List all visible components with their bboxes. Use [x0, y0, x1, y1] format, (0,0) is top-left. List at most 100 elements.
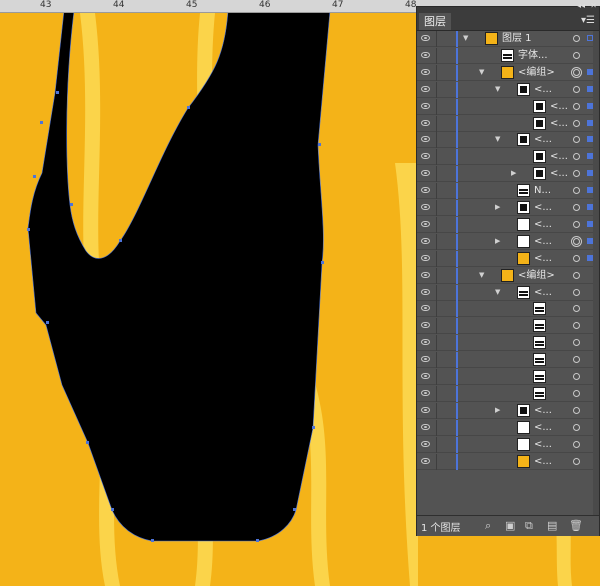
visibility-eye-icon[interactable]	[421, 35, 430, 41]
target-circle-icon[interactable]	[573, 220, 580, 228]
search-icon[interactable]: ⌕	[485, 519, 491, 533]
target-circle-icon[interactable]	[573, 254, 580, 262]
target-circle-icon[interactable]	[573, 119, 580, 127]
make-clip-icon[interactable]: ▣	[505, 519, 515, 532]
lock-toggle[interactable]	[437, 132, 455, 148]
visibility-eye-icon[interactable]	[421, 339, 430, 346]
layer-row[interactable]: ▼ <...	[417, 132, 599, 149]
layer-row[interactable]: 字体...	[417, 47, 599, 64]
layer-name[interactable]: <编组>	[518, 269, 555, 283]
target-circle-icon[interactable]	[573, 322, 580, 330]
target-circle-icon[interactable]	[573, 373, 580, 380]
layer-name[interactable]: <...	[534, 404, 552, 418]
layer-row[interactable]: <...	[417, 216, 599, 233]
target-circle-icon[interactable]	[573, 288, 580, 296]
layer-name[interactable]: <编组>	[518, 66, 555, 80]
visibility-eye-icon[interactable]	[421, 153, 430, 160]
layer-row[interactable]: <...	[417, 115, 599, 132]
lock-toggle[interactable]	[437, 454, 455, 470]
visibility-eye-icon[interactable]	[421, 423, 430, 430]
layer-name[interactable]: <...	[534, 286, 552, 300]
layer-row[interactable]: ▶ <...	[417, 402, 599, 419]
target-circle-icon[interactable]	[573, 339, 580, 347]
target-circle-icon[interactable]	[573, 35, 580, 42]
lock-toggle[interactable]	[437, 31, 455, 47]
target-circle-icon[interactable]	[573, 51, 580, 59]
lock-toggle[interactable]	[437, 420, 455, 436]
lock-toggle[interactable]	[437, 301, 455, 317]
lock-toggle[interactable]	[437, 48, 455, 64]
visibility-eye-icon[interactable]	[421, 237, 430, 244]
visibility-eye-icon[interactable]	[421, 440, 430, 447]
visibility-eye-icon[interactable]	[421, 204, 430, 210]
lock-toggle[interactable]	[437, 116, 455, 132]
layer-row[interactable]: ▼ <编组>	[417, 64, 599, 81]
visibility-eye-icon[interactable]	[421, 322, 430, 329]
layer-name[interactable]: N...	[534, 184, 551, 198]
target-circle-icon[interactable]	[573, 389, 580, 397]
expand-down-icon[interactable]: ▼	[495, 85, 500, 93]
visibility-eye-icon[interactable]	[421, 271, 430, 278]
visibility-eye-icon[interactable]	[421, 136, 430, 143]
tab-layers[interactable]: 图层	[419, 13, 451, 30]
layer-name[interactable]: <...	[550, 100, 568, 114]
double-chevron-icon[interactable]: ◂◂	[577, 1, 585, 10]
lock-toggle[interactable]	[437, 183, 455, 199]
visibility-eye-icon[interactable]	[421, 457, 430, 464]
lock-toggle[interactable]	[437, 285, 455, 301]
layer-row[interactable]: N...	[417, 183, 599, 200]
visibility-eye-icon[interactable]	[421, 170, 430, 177]
layer-name[interactable]: <...	[534, 252, 552, 266]
layer-row[interactable]: ▼ 图层 1	[417, 31, 599, 47]
expand-down-icon[interactable]: ▼	[495, 288, 500, 296]
visibility-eye-icon[interactable]	[421, 220, 430, 227]
lock-toggle[interactable]	[437, 234, 455, 250]
lock-toggle[interactable]	[437, 386, 455, 402]
layer-row[interactable]	[417, 318, 599, 335]
layer-row[interactable]: ▼ <...	[417, 81, 599, 98]
lock-toggle[interactable]	[437, 149, 455, 165]
layer-row[interactable]: ▶ <...	[417, 233, 599, 250]
lock-toggle[interactable]	[437, 352, 455, 368]
layer-row[interactable]: <...	[417, 419, 599, 436]
layer-name[interactable]: <...	[534, 438, 552, 452]
target-circle-icon[interactable]	[573, 85, 580, 93]
visibility-eye-icon[interactable]	[421, 406, 430, 413]
visibility-eye-icon[interactable]	[421, 85, 430, 92]
close-icon[interactable]: ✕	[590, 1, 597, 10]
target-circle-icon[interactable]	[573, 237, 580, 245]
target-circle-icon[interactable]	[573, 102, 580, 110]
visibility-eye-icon[interactable]	[421, 373, 430, 379]
visibility-eye-icon[interactable]	[421, 51, 430, 58]
expand-right-icon[interactable]: ▶	[495, 237, 500, 245]
delete-icon[interactable]: 🗑	[569, 519, 583, 532]
layer-row[interactable]	[417, 385, 599, 402]
visibility-eye-icon[interactable]	[421, 119, 430, 126]
layer-row[interactable]: <...	[417, 436, 599, 453]
target-circle-icon[interactable]	[573, 440, 580, 448]
lock-toggle[interactable]	[437, 99, 455, 115]
layer-row[interactable]: <...	[417, 250, 599, 267]
layer-name[interactable]: 字体...	[518, 49, 548, 63]
visibility-eye-icon[interactable]	[421, 389, 430, 396]
lock-toggle[interactable]	[437, 217, 455, 233]
layer-row[interactable]: ▼ <...	[417, 284, 599, 301]
target-circle-icon[interactable]	[573, 406, 580, 414]
layer-name[interactable]: <...	[534, 235, 552, 249]
layer-name[interactable]: <...	[550, 117, 568, 131]
layer-name[interactable]: <...	[534, 201, 552, 215]
visibility-eye-icon[interactable]	[421, 68, 430, 75]
layer-row[interactable]	[417, 352, 599, 369]
layer-row[interactable]: <...	[417, 453, 599, 470]
lock-toggle[interactable]	[437, 437, 455, 453]
layer-name[interactable]: <...	[534, 455, 552, 469]
target-circle-icon[interactable]	[573, 68, 580, 76]
lock-toggle[interactable]	[437, 318, 455, 334]
layer-row[interactable]	[417, 335, 599, 352]
new-layer-icon[interactable]: ▤	[547, 519, 557, 532]
layer-name[interactable]: <...	[534, 421, 552, 435]
target-circle-icon[interactable]	[573, 271, 580, 279]
visibility-eye-icon[interactable]	[421, 254, 430, 261]
visibility-eye-icon[interactable]	[421, 305, 430, 312]
target-circle-icon[interactable]	[573, 136, 580, 144]
